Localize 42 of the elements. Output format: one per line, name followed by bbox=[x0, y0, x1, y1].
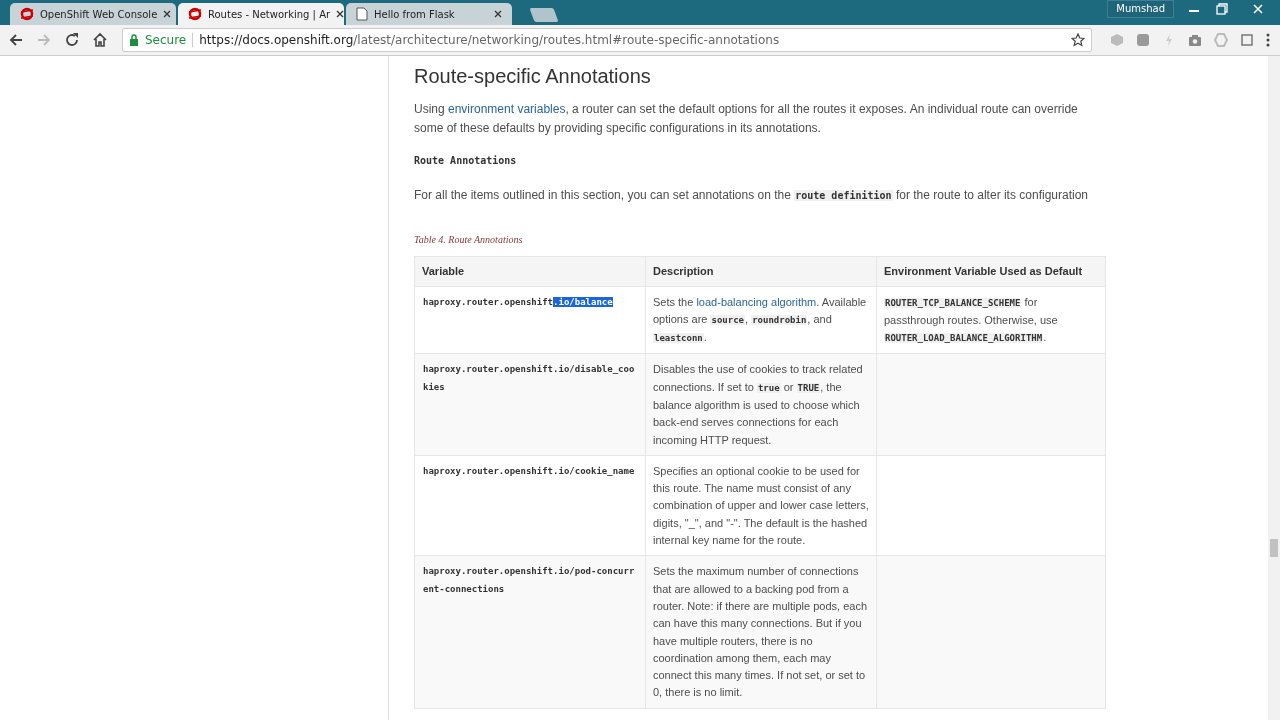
star-icon[interactable] bbox=[1071, 33, 1085, 47]
description-text: Sets the maximum number of connections that are allowed to a backing pod from a router. Note: if there are multiple pods, each can have this many connections. But if you have multiple routers, there is no coordination among them, each may connect this many times. If not set, or set to 0, there is no limit. bbox=[653, 564, 868, 701]
close-icon[interactable] bbox=[336, 10, 345, 18]
page-icon bbox=[356, 7, 368, 21]
extension-icon[interactable] bbox=[1240, 33, 1254, 47]
description-text: Disables the use of cookies to track related connections. If set to true or TRUE, the balance algorithm is used to choose which back-end serves connections for each incoming HTTP request. bbox=[653, 362, 864, 448]
section-heading: Route-specific Annotations bbox=[414, 65, 652, 88]
default-text: ROUTER_TCP_BALANCE_SCHEME for passthrough routes. Otherwise, use ROUTER_LOAD_BALANCE_ALGORITHM. bbox=[884, 294, 1059, 346]
lock-icon bbox=[129, 34, 139, 46]
browser-tab[interactable]: Hello from Flask bbox=[346, 3, 512, 25]
column-header: Environment Variable Used as Default bbox=[876, 256, 1106, 286]
variable-name: haproxy.router.openshift.io/cookie_name bbox=[422, 464, 636, 478]
subheading: Route Annotations bbox=[414, 155, 518, 166]
scrollbar[interactable] bbox=[1268, 56, 1280, 720]
home-icon[interactable] bbox=[92, 32, 108, 48]
variable-name: haproxy.router.openshift.io/disable_cookies bbox=[422, 363, 636, 394]
secure-label: Secure bbox=[145, 33, 187, 47]
scroll-thumb[interactable] bbox=[1270, 539, 1278, 557]
variable-name: haproxy.router.openshift.io/pod-concurrent-connections bbox=[422, 565, 636, 596]
close-icon[interactable] bbox=[494, 10, 502, 18]
description-text: Specifies an optional cookie to be used for this route. The name must consist of any combination of upper and lower case letters, digits, "_", and "-". The default is the hashed internal key name for the route. bbox=[653, 463, 869, 549]
paragraph: Using environment variables, a router can set the default options for all the routes it exposes. An individual route can override some of these defaults by providing specific configurations in its annotations. bbox=[414, 101, 1079, 137]
url-text: https://docs.openshift.org/latest/architecture/networking/routes.html#route-specific-annotations bbox=[199, 33, 780, 47]
browser-tab[interactable]: OpenShift Web Console bbox=[10, 3, 176, 25]
profile-button[interactable]: Mumshad bbox=[1107, 0, 1174, 18]
extension-icon[interactable] bbox=[1136, 33, 1150, 47]
new-tab-button[interactable] bbox=[529, 8, 559, 22]
address-bar[interactable]: Secure https://docs.openshift.org/latest/architecture/networking/routes.html#route-specific-annotations bbox=[122, 28, 1092, 52]
browser-tab[interactable]: Routes - Networking | Ar bbox=[178, 3, 344, 25]
openshift-logo-icon bbox=[20, 7, 34, 21]
camera-icon[interactable] bbox=[1188, 33, 1202, 47]
menu-icon[interactable] bbox=[1266, 33, 1270, 47]
back-icon[interactable] bbox=[8, 32, 24, 48]
openshift-logo-icon bbox=[188, 7, 202, 21]
table-caption: Table 4. Route Annotations bbox=[414, 233, 524, 245]
column-header: Variable bbox=[414, 256, 646, 286]
column-header: Description bbox=[645, 256, 877, 286]
close-icon[interactable] bbox=[163, 10, 172, 18]
variable-name: haproxy.router.openshift.io/balance bbox=[422, 295, 614, 309]
reload-icon[interactable] bbox=[64, 32, 80, 48]
paragraph: For all the items outlined in this section, you can set annotations on the route definition for the route to alter its configuration bbox=[414, 187, 1089, 204]
description-text: Sets the load-balancing algorithm. Available options are source, roundrobin, and leastconn. bbox=[653, 294, 868, 346]
